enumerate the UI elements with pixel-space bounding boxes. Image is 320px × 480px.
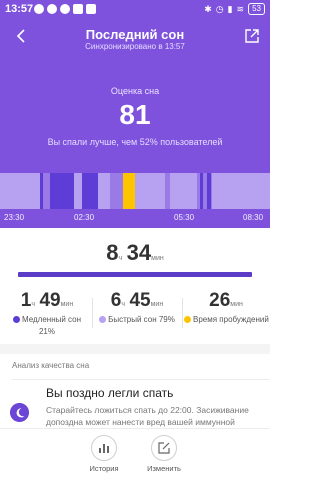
- bottom-toolbar: История Изменить: [0, 428, 270, 480]
- alarm-icon: ◷: [215, 3, 224, 14]
- axis-tick: 05:30: [174, 213, 195, 222]
- stage-block-deep: [82, 173, 98, 209]
- signal-icon: ▮: [227, 3, 233, 14]
- stage-block-light: [135, 173, 165, 209]
- section-gap: [0, 344, 270, 354]
- score-label: Оценка сна: [110, 86, 160, 96]
- divider: [12, 379, 270, 380]
- status-time: 13:57: [5, 3, 34, 15]
- legend-dot: [99, 316, 107, 324]
- bluetooth-icon: ✱: [204, 3, 212, 14]
- status-bar: 13:57 ✱ ◷ ▮ ≋ 53: [0, 0, 270, 20]
- app-icon: [73, 4, 83, 14]
- sleep-score: 81: [119, 99, 151, 130]
- app-icon: [60, 4, 70, 14]
- light-sleep-stat: 6ч 45мин Быстрый сон 79%: [94, 290, 180, 324]
- total-duration-bar: [18, 272, 252, 277]
- bar-chart-icon: [91, 435, 117, 461]
- battery-icon: 53: [248, 3, 265, 15]
- app-icon: [47, 4, 57, 14]
- history-button[interactable]: История: [74, 435, 134, 473]
- sleep-stage-graph[interactable]: [0, 173, 270, 209]
- legend-dot: [12, 316, 20, 324]
- sync-status: Синхронизировано в 13:57: [85, 42, 185, 51]
- total-sleep-duration: 8ч 34мин: [106, 240, 164, 265]
- stage-block-deep: [207, 173, 211, 209]
- stage-block-light: [0, 173, 40, 209]
- page-title: Последний сон: [85, 27, 185, 42]
- advice-title: Вы поздно легли спать: [46, 386, 174, 400]
- app-icon: [34, 4, 44, 14]
- system-icons: ✱ ◷ ▮ ≋ 53: [204, 3, 265, 15]
- stage-block-light: [170, 173, 197, 209]
- stage-block-deep: [200, 173, 203, 209]
- deep-sleep-stat: 1ч 49мин Медленный сон 21%: [4, 290, 90, 336]
- time-axis: 23:30 02:30 05:30 08:30: [0, 209, 270, 228]
- sleep-summary-panel: 13:57 ✱ ◷ ▮ ≋ 53 Последний сон Синхрониз…: [0, 0, 270, 228]
- stage-block-awake: [123, 173, 135, 209]
- stage-block-deep: [50, 173, 74, 209]
- moon-icon: [10, 403, 29, 422]
- axis-tick: 23:30: [4, 213, 25, 222]
- wifi-icon: ≋: [236, 3, 245, 14]
- awake-time-stat: 26мин Время пробуждений: [184, 290, 269, 324]
- advice-text: Старайтесь ложиться спать до 22:00. Заси…: [46, 405, 249, 427]
- share-icon[interactable]: [244, 28, 260, 44]
- edit-label: Изменить: [147, 464, 181, 473]
- stage-block-light: [212, 173, 270, 209]
- stage-block-light: [98, 173, 110, 209]
- axis-tick: 08:30: [243, 213, 264, 222]
- trash-icon: [86, 4, 96, 14]
- legend-dot: [184, 316, 191, 324]
- divider: [92, 298, 93, 328]
- stage-block-light: [74, 173, 82, 209]
- axis-tick: 02:30: [74, 213, 95, 222]
- edit-icon: [151, 435, 177, 461]
- section-heading: Анализ качества сна: [12, 361, 90, 370]
- history-label: История: [89, 464, 119, 473]
- divider: [182, 298, 183, 328]
- score-comparison: Вы спали лучше, чем 52% пользователей: [47, 137, 223, 147]
- stage-block-deep: [40, 173, 43, 209]
- edit-button[interactable]: Изменить: [134, 435, 194, 473]
- notification-icons: [34, 4, 96, 14]
